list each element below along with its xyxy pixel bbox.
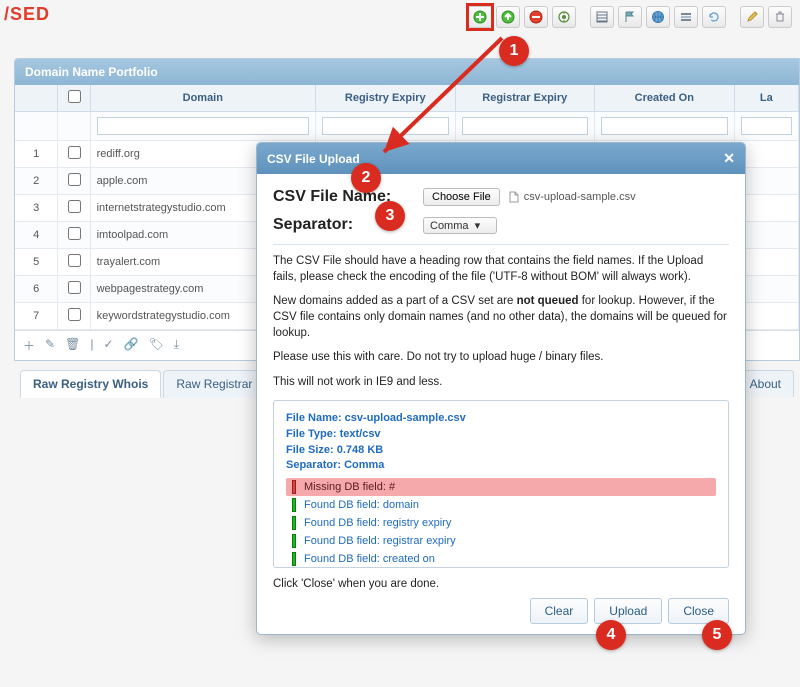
separator-select[interactable]: Comma ▾ (423, 217, 497, 234)
log-file-size: File Size: 0.748 KB (286, 443, 716, 459)
csv-upload-dialog: CSV File Upload ✕ CSV File Name: Choose … (256, 142, 746, 635)
row-number: 2 (15, 168, 58, 195)
log-line-ok: Found DB field: domain (286, 496, 716, 514)
csv-file-name-label: CSV File Name: (273, 188, 423, 206)
row-number: 1 (15, 141, 58, 168)
toolbar-check-icon[interactable]: ✓ (103, 337, 113, 354)
log-file-name: File Name: csv-upload-sample.csv (286, 411, 716, 427)
dialog-footnote: Click 'Close' when you are done. (273, 578, 729, 590)
upload-icon[interactable] (496, 6, 520, 28)
log-line-ok: Found DB field: registry expiry (286, 514, 716, 532)
clear-button[interactable]: Clear (530, 598, 589, 624)
row-checkbox[interactable] (68, 227, 81, 240)
row-checkbox[interactable] (68, 281, 81, 294)
select-all-checkbox[interactable] (68, 90, 81, 103)
table-header-row: Domain Registry Expiry Registrar Expiry … (15, 85, 799, 112)
row-number: 5 (15, 249, 58, 276)
flag-icon[interactable] (618, 6, 642, 28)
toolbar-trash-icon[interactable]: 🗑 (65, 337, 80, 354)
callout-3: 3 (375, 201, 405, 231)
row-checkbox[interactable] (68, 173, 81, 186)
status-bar-icon (292, 480, 296, 494)
column-domain[interactable]: Domain (90, 85, 315, 112)
upload-button[interactable]: Upload (594, 598, 662, 624)
toolbar-link-icon[interactable]: 🔗 (124, 337, 139, 354)
dialog-close-icon[interactable]: ✕ (723, 150, 735, 167)
toolbar-tag-icon[interactable]: 🏷 (148, 337, 163, 354)
dialog-body: CSV File Name: Choose File csv-upload-sa… (257, 174, 745, 634)
column-created-on[interactable]: Created On (595, 85, 735, 112)
refresh-icon[interactable] (702, 6, 726, 28)
filter-registrar[interactable] (462, 117, 589, 135)
columns-icon[interactable] (590, 6, 614, 28)
column-registrar-expiry[interactable]: Registrar Expiry (455, 85, 595, 112)
callout-2: 2 (351, 163, 381, 193)
delete-icon[interactable] (524, 6, 548, 28)
top-toolbar (468, 6, 792, 28)
callout-5: 5 (702, 620, 732, 650)
log-separator: Separator: Comma (286, 458, 716, 474)
status-bar-icon (292, 516, 296, 530)
row-number: 3 (15, 195, 58, 222)
choose-file-button[interactable]: Choose File (423, 188, 500, 206)
filter-domain[interactable] (97, 117, 309, 135)
row-checkbox[interactable] (68, 146, 81, 159)
filter-created[interactable] (601, 117, 728, 135)
toolbar-export-icon[interactable]: ⤓ (174, 337, 179, 354)
upload-log[interactable]: File Name: csv-upload-sample.csv File Ty… (273, 400, 729, 568)
row-checkbox[interactable] (68, 254, 81, 267)
file-icon (508, 191, 520, 203)
fetch-icon[interactable] (552, 6, 576, 28)
tab-raw-registry-whois[interactable]: Raw Registry Whois (20, 370, 161, 398)
row-number: 7 (15, 303, 58, 330)
status-bar-icon (292, 552, 296, 566)
toolbar-edit-icon[interactable]: ✎ (45, 337, 55, 354)
dialog-buttons: Clear Upload Close (273, 590, 729, 624)
row-checkbox[interactable] (68, 308, 81, 321)
column-registry-expiry[interactable]: Registry Expiry (315, 85, 455, 112)
toolbar-add-icon[interactable]: ＋ (23, 337, 35, 354)
filter-icon[interactable] (674, 6, 698, 28)
chosen-file-name: csv-upload-sample.csv (508, 191, 636, 203)
status-bar-icon (292, 534, 296, 548)
log-line-ok: Found DB field: created on (286, 550, 716, 567)
app-logo: /SED (4, 4, 50, 25)
column-last[interactable]: La (734, 85, 798, 112)
dialog-title-text: CSV File Upload (267, 152, 360, 166)
portfolio-title: Domain Name Portfolio (15, 59, 799, 85)
log-line-ok: Found DB field: registrar expiry (286, 532, 716, 550)
log-line-error: Missing DB field: # (286, 478, 716, 496)
callout-1: 1 (499, 36, 529, 66)
dialog-help-text: The CSV File should have a heading row t… (273, 253, 729, 390)
filter-last[interactable] (741, 117, 792, 135)
bottom-tabs-left: Raw Registry Whois Raw Registrar W (20, 370, 280, 398)
add-icon[interactable] (468, 6, 492, 28)
row-checkbox[interactable] (68, 200, 81, 213)
trash-icon[interactable] (768, 6, 792, 28)
callout-4: 4 (596, 620, 626, 650)
status-bar-icon (292, 498, 296, 512)
filter-row (15, 112, 799, 141)
filter-registry[interactable] (322, 117, 449, 135)
dialog-titlebar[interactable]: CSV File Upload ✕ (257, 143, 745, 174)
row-number: 4 (15, 222, 58, 249)
log-file-type: File Type: text/csv (286, 427, 716, 443)
edit-icon[interactable] (740, 6, 764, 28)
toolbar-sep: | (90, 337, 93, 354)
row-number: 6 (15, 276, 58, 303)
globe-icon[interactable] (646, 6, 670, 28)
